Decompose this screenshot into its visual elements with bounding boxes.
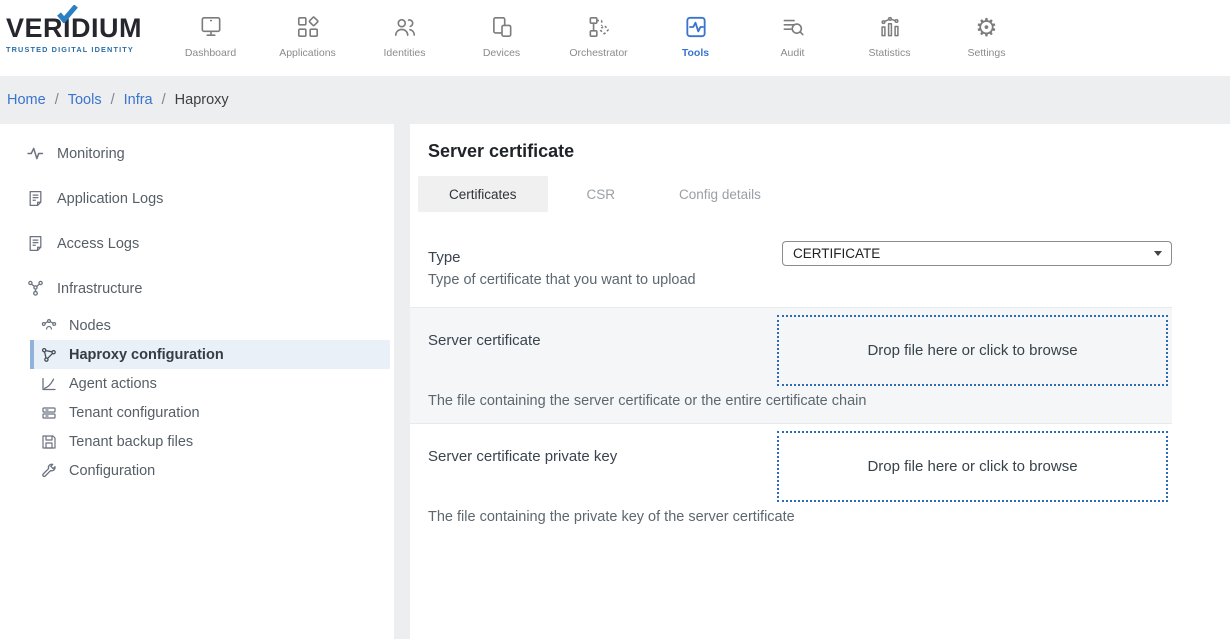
sidebar-item-label: Agent actions (69, 376, 157, 392)
type-help: Type of certificate that you want to upl… (428, 272, 696, 288)
nav-label: Tools (682, 47, 709, 59)
sidebar-item-agent-actions[interactable]: Agent actions (0, 369, 394, 398)
sidebar-item-label: Application Logs (57, 191, 163, 207)
tab-config-details[interactable]: Config details (654, 176, 786, 212)
nav-item-tools[interactable]: Tools (647, 11, 744, 59)
type-select-value: CERTIFICATE (793, 246, 880, 261)
sidebar-item-application-logs[interactable]: Application Logs (0, 176, 394, 221)
sidebar-item-label: Haproxy configuration (69, 347, 224, 363)
breadcrumb-separator: / (162, 92, 166, 108)
sidebar-item-label: Access Logs (57, 236, 139, 252)
nav-label: Settings (968, 47, 1006, 59)
nav-label: Orchestrator (569, 47, 627, 59)
brand-tagline: TRUSTED DIGITAL IDENTITY (6, 45, 158, 54)
nav-item-dashboard[interactable]: Dashboard (162, 11, 259, 59)
private-key-help: The file containing the private key of t… (428, 509, 1172, 525)
sidebar-item-nodes[interactable]: Nodes (0, 311, 394, 340)
caret-down-icon (1154, 251, 1162, 256)
brand-name: VERIDIUM (6, 15, 158, 42)
server-certificate-label: Server certificate (428, 332, 541, 386)
type-field-text: Type Type of certificate that you want t… (428, 227, 696, 288)
private-key-label: Server certificate private key (428, 448, 617, 502)
breadcrumb-infra-link[interactable]: Infra (124, 92, 153, 108)
orchestrator-icon (586, 11, 612, 40)
agent-actions-icon (40, 376, 58, 392)
nodes-icon (40, 318, 58, 334)
configuration-icon (40, 463, 58, 479)
settings-icon: ⚙ (975, 11, 997, 40)
audit-icon (780, 11, 806, 40)
private-key-dropzone[interactable]: Drop file here or click to browse (777, 431, 1168, 502)
type-select[interactable]: CERTIFICATE (782, 241, 1172, 266)
brand-check-icon (56, 5, 78, 23)
sidebar-item-label: Configuration (69, 463, 155, 479)
tab-certificates[interactable]: Certificates (418, 176, 548, 212)
tab-csr[interactable]: CSR (562, 176, 641, 212)
app-header: VERIDIUM TRUSTED DIGITAL IDENTITY Dashbo… (0, 0, 1230, 76)
haproxy-configuration-icon (40, 347, 58, 363)
sidebar-item-tenant-configuration[interactable]: Tenant configuration (0, 398, 394, 427)
breadcrumb-separator: / (55, 92, 59, 108)
sidebar-item-infrastructure[interactable]: Infrastructure (0, 266, 394, 311)
server-certificate-help: The file containing the server certifica… (428, 393, 1172, 409)
dashboard-icon (198, 11, 224, 40)
nav-item-orchestrator[interactable]: Orchestrator (550, 11, 647, 59)
breadcrumb-separator: / (111, 92, 115, 108)
breadcrumb-current: Haproxy (175, 92, 229, 108)
applications-icon (295, 11, 321, 40)
nav-label: Dashboard (185, 47, 236, 59)
sidebar-item-label: Nodes (69, 318, 111, 334)
type-label: Type (428, 249, 696, 266)
sidebar-item-haproxy-configuration[interactable]: Haproxy configuration (30, 340, 390, 369)
tenant-configuration-icon (40, 405, 58, 421)
access-logs-icon (26, 235, 44, 252)
private-key-field-row: Server certificate private key Drop file… (410, 424, 1172, 539)
nav-item-identities[interactable]: Identities (356, 11, 453, 59)
devices-icon (489, 11, 515, 40)
page: VERIDIUM TRUSTED DIGITAL IDENTITY Dashbo… (0, 0, 1230, 639)
server-certificate-field-row: Server certificate Drop file here or cli… (410, 307, 1172, 424)
identities-icon (392, 11, 418, 40)
sidebar-item-monitoring[interactable]: Monitoring (0, 131, 394, 176)
page-title: Server certificate (428, 141, 1230, 162)
nav-label: Devices (483, 47, 520, 59)
statistics-icon (877, 11, 903, 40)
nav-item-statistics[interactable]: Statistics (841, 11, 938, 59)
nav-item-applications[interactable]: Applications (259, 11, 356, 59)
infrastructure-icon (26, 280, 44, 297)
tools-icon (683, 11, 709, 40)
tab-bar: Certificates CSR Config details (418, 176, 1230, 212)
main-panel: Server certificate Certificates CSR Conf… (410, 124, 1230, 639)
nav-label: Statistics (868, 47, 910, 59)
breadcrumb-tools-link[interactable]: Tools (68, 92, 102, 108)
monitoring-icon (26, 145, 44, 162)
sidebar-item-label: Infrastructure (57, 281, 142, 297)
sidebar: Monitoring Application Logs Access Logs (0, 124, 394, 639)
brand-logo[interactable]: VERIDIUM TRUSTED DIGITAL IDENTITY (6, 15, 158, 54)
nav-item-audit[interactable]: Audit (744, 11, 841, 59)
sidebar-item-tenant-backup-files[interactable]: Tenant backup files (0, 427, 394, 456)
nav-item-settings[interactable]: ⚙ Settings (938, 11, 1035, 59)
content-area: Monitoring Application Logs Access Logs (0, 124, 1230, 639)
sidebar-item-configuration[interactable]: Configuration (0, 456, 394, 485)
breadcrumb-home-link[interactable]: Home (7, 92, 46, 108)
sidebar-item-label: Tenant configuration (69, 405, 200, 421)
top-nav: Dashboard Applications (162, 0, 1035, 59)
application-logs-icon (26, 190, 44, 207)
nav-label: Audit (781, 47, 805, 59)
nav-label: Identities (383, 47, 425, 59)
sidebar-item-label: Monitoring (57, 146, 125, 162)
nav-item-devices[interactable]: Devices (453, 11, 550, 59)
sidebar-item-label: Tenant backup files (69, 434, 193, 450)
nav-label: Applications (279, 47, 336, 59)
type-field-row: Type Type of certificate that you want t… (410, 212, 1172, 307)
breadcrumb: Home / Tools / Infra / Haproxy (0, 76, 1230, 124)
tenant-backup-files-icon (40, 434, 58, 450)
server-certificate-dropzone[interactable]: Drop file here or click to browse (777, 315, 1168, 386)
sidebar-item-access-logs[interactable]: Access Logs (0, 221, 394, 266)
